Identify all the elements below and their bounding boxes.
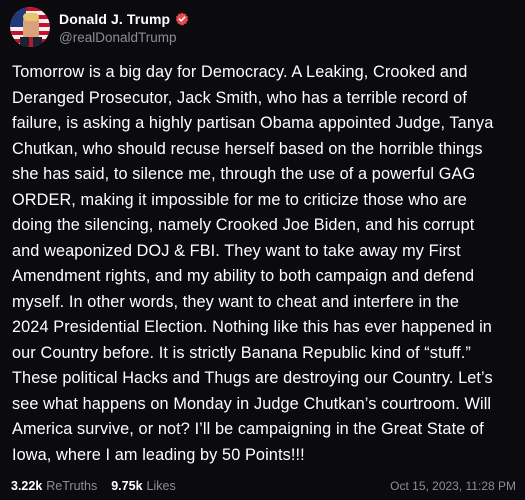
- post-text-line: 2024 Presidential Election. Nothing like…: [12, 318, 492, 336]
- avatar-image: [10, 7, 50, 47]
- post-header: Donald J. Trump @realDonaldTrump: [10, 7, 189, 47]
- author-display-name[interactable]: Donald J. Trump: [59, 11, 170, 27]
- name-row: Donald J. Trump: [59, 9, 189, 29]
- post-text-line: These political Hacks and Thugs are dest…: [12, 369, 493, 387]
- likes-stat[interactable]: 9.75k Likes: [111, 479, 175, 493]
- post-text-line: Chutkan, who should recuse herself based…: [12, 139, 483, 158]
- post-footer: 3.22k ReTruths 9.75k Likes Oct 15, 2023,…: [11, 477, 516, 495]
- post-text-line: doing the silencing, namely Crooked Joe …: [12, 216, 475, 234]
- post-text-line: our Country before. It is strictly Banan…: [12, 343, 471, 362]
- post-text-line: and weaponized DOJ & FBI. They want to t…: [12, 241, 461, 260]
- post-text-line: Tomorrow is a big day for Democracy. A L…: [12, 63, 468, 81]
- post-body: Tomorrow is a big day for Democracy. A L…: [12, 60, 517, 468]
- retruths-count: 3.22k: [11, 479, 43, 493]
- post-text-line: failure, is asking a highly partisan Oba…: [12, 114, 494, 132]
- profile-avatar[interactable]: [10, 7, 50, 47]
- author-identity: Donald J. Trump @realDonaldTrump: [59, 9, 189, 45]
- post-text-line: Iowa, where I am leading by 50 Points!!!: [12, 445, 305, 464]
- post-text-line: America survive, or not? I’ll be campaig…: [12, 420, 484, 438]
- verified-badge-icon: [175, 12, 189, 26]
- post-text-line: Amendment rights, and my ability to both…: [12, 267, 475, 285]
- author-handle[interactable]: @realDonaldTrump: [59, 30, 189, 45]
- likes-label: Likes: [146, 479, 176, 493]
- post-text-line: ORDER, making it impossible for me to cr…: [12, 190, 467, 209]
- post-timestamp[interactable]: Oct 15, 2023, 11:28 PM: [390, 479, 516, 493]
- post-text-line: myself. In other words, they want to che…: [12, 292, 460, 311]
- post-text-line: she has said, to silence me, through the…: [12, 165, 476, 183]
- truth-post: Donald J. Trump @realDonaldTrump Tomorro…: [0, 0, 525, 500]
- post-text-line: Deranged Prosecutor, Jack Smith, who has…: [12, 88, 467, 107]
- retruths-stat[interactable]: 3.22k ReTruths: [11, 479, 97, 493]
- post-text-line: see what happens on Monday in Judge Chut…: [12, 394, 492, 413]
- retruths-label: ReTruths: [46, 479, 98, 493]
- likes-count: 9.75k: [111, 479, 143, 493]
